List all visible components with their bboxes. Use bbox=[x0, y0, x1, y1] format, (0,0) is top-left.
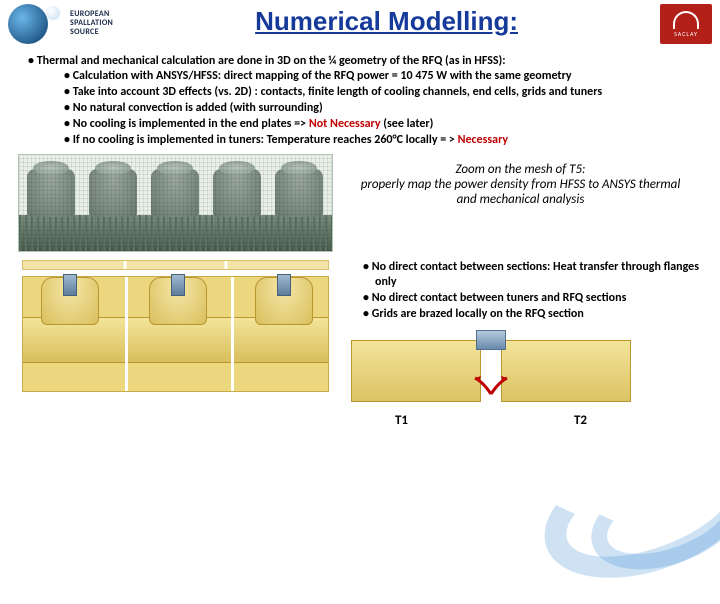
bullet-sub: Grids are brazed locally on the RFQ sect… bbox=[375, 307, 700, 322]
slide-header: EUROPEAN SPALLATION SOURCE Numerical Mod… bbox=[0, 0, 720, 48]
cea-logo-text: SACLAY bbox=[674, 30, 698, 38]
bullet-sub: If no cooling is implemented in tuners: … bbox=[76, 133, 700, 148]
label-t2: T2 bbox=[574, 413, 587, 428]
mesh-figure bbox=[18, 154, 333, 252]
arrows-icon bbox=[471, 372, 511, 398]
bullet-sub: No direct contact between sections: Heat… bbox=[375, 260, 700, 290]
contact-figure: T1 T2 bbox=[351, 332, 631, 432]
bullet-main: Thermal and mechanical calculation are d… bbox=[37, 54, 506, 68]
main-bullets: Thermal and mechanical calculation are d… bbox=[0, 48, 720, 148]
label-t1: T1 bbox=[395, 413, 408, 428]
ess-logo-text: EUROPEAN SPALLATION SOURCE bbox=[70, 10, 113, 37]
bullet-sub: Take into account 3D effects (vs. 2D) : … bbox=[76, 85, 700, 100]
page-title: Numerical Modelling: bbox=[113, 6, 660, 37]
bullet-sub: Calculation with ANSYS/HFSS: direct mapp… bbox=[76, 69, 700, 84]
section-figure bbox=[18, 260, 333, 392]
bullet-sub: No direct contact between tuners and RFQ… bbox=[375, 291, 700, 306]
cea-logo-icon: SACLAY bbox=[660, 4, 712, 44]
bullet-sub: No natural convection is added (with sur… bbox=[76, 101, 700, 116]
ess-logo-icon bbox=[8, 4, 66, 44]
bullet-sub: No cooling is implemented in the end pla… bbox=[76, 117, 700, 132]
lower-bullets: No direct contact between sections: Heat… bbox=[363, 260, 700, 322]
mesh-caption: Zoom on the mesh of T5: properly map the… bbox=[333, 154, 700, 207]
